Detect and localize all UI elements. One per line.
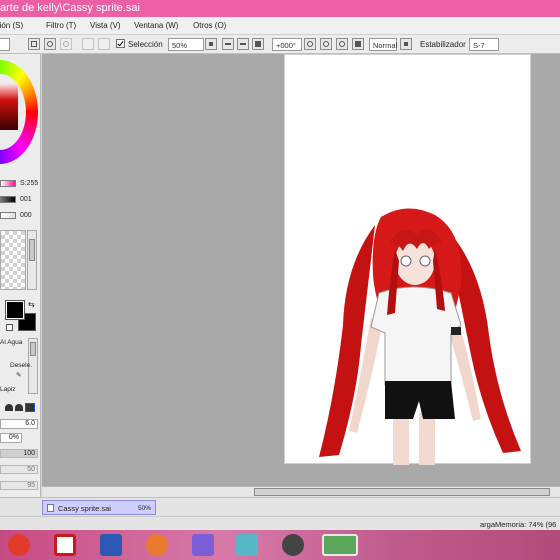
minus-icon [225, 43, 231, 45]
plus-icon [240, 43, 246, 45]
invert-selection-button[interactable] [98, 38, 110, 50]
panel-toggle-button[interactable] [28, 38, 40, 50]
window-title: arte de kelly\Cassy sprite.sai [0, 2, 140, 14]
brush-shape-2[interactable] [15, 404, 23, 411]
value-slider[interactable] [0, 196, 16, 203]
brush-size-field[interactable]: 6.0 [0, 419, 38, 429]
rotation-field[interactable]: +000° [272, 38, 302, 51]
value-value: 001 [20, 196, 32, 203]
tool-pencil[interactable]: Lapiz [0, 386, 16, 393]
chevron-down-icon [209, 42, 213, 46]
firefox-icon[interactable] [146, 534, 168, 556]
undo-button[interactable] [44, 38, 56, 50]
zoom-field[interactable]: 50% [168, 38, 204, 51]
memory-usage: argaMemoria: 74% (96 [480, 520, 557, 529]
rotate-left-button[interactable] [304, 38, 316, 50]
opera-icon[interactable] [8, 534, 30, 556]
zoom-out-button[interactable] [222, 38, 234, 50]
gimp-icon[interactable] [236, 534, 258, 556]
brush-shape-3[interactable] [25, 403, 35, 412]
default-colors-icon[interactable] [6, 324, 13, 331]
zoom-in-button[interactable] [237, 38, 249, 50]
menu-edicion[interactable]: Edición (S) [0, 21, 23, 30]
stabilizer-select[interactable]: S-7 [469, 38, 499, 51]
third-value: 000 [20, 212, 32, 219]
menu-filtro[interactable]: Filtro (T) [46, 21, 76, 30]
selection-label: Selección [128, 40, 163, 49]
saturation-value: S:255 [20, 180, 39, 187]
rotate-left-icon [307, 41, 313, 47]
rotate-reset-icon [339, 41, 345, 47]
rotate-reset-button[interactable] [336, 38, 348, 50]
canvas-viewport[interactable] [42, 54, 560, 486]
color-tool-panel: S:255 001 000 ⇆ Al Agua Desele. ✎ Lapiz … [0, 54, 41, 500]
rotate-right-icon [323, 41, 329, 47]
blend-mode-dropdown[interactable] [400, 38, 412, 50]
flip-button[interactable] [352, 38, 364, 50]
document-tab-strip: Cassy sprite.sai 50% [0, 497, 560, 516]
min-size-field[interactable]: 0% [0, 433, 22, 443]
tool-watercolor[interactable]: Al Agua [0, 339, 22, 346]
brush-shape-row [0, 402, 40, 414]
document-icon [47, 504, 54, 512]
photoshop-icon[interactable] [322, 534, 358, 556]
saturation-slider[interactable] [0, 180, 16, 187]
horizontal-scroll-thumb[interactable] [254, 488, 550, 496]
title-bar: arte de kelly\Cassy sprite.sai [0, 0, 560, 17]
check-icon [117, 39, 124, 47]
flip-icon [355, 41, 361, 47]
left-dropdown[interactable] [0, 38, 10, 51]
third-slider[interactable] [0, 212, 16, 219]
reset-icon [255, 41, 261, 47]
stabilizer-label: Estabilizador [420, 40, 466, 49]
taskbar [0, 530, 560, 560]
zoom-dropdown-button[interactable] [205, 38, 217, 50]
game-icon[interactable] [192, 534, 214, 556]
redo-button[interactable] [60, 38, 72, 50]
menu-ventana[interactable]: Ventana (W) [134, 21, 178, 30]
word-icon[interactable] [100, 534, 122, 556]
daz-icon[interactable] [54, 534, 76, 556]
density-bar[interactable]: 100 [0, 449, 38, 458]
document-name: Cassy sprite.sai [58, 504, 111, 513]
document-tab[interactable]: Cassy sprite.sai 50% [42, 500, 156, 515]
tool-deselect[interactable]: Desele. [10, 362, 32, 369]
deselect-button[interactable] [82, 38, 94, 50]
pencil-icon[interactable]: ✎ [16, 371, 21, 379]
palette-scrollbar[interactable] [27, 230, 37, 290]
selection-checkbox[interactable] [116, 39, 125, 48]
blend-mode-select[interactable]: Normal [369, 38, 397, 51]
swatch-palette[interactable] [0, 230, 26, 290]
blending-bar[interactable]: 50 [0, 465, 38, 474]
menu-otros[interactable]: Otros (O) [193, 21, 226, 30]
toolbar: Selección 50% +000° Normal Estabilizador… [0, 35, 560, 54]
menu-vista[interactable]: Vista (V) [90, 21, 121, 30]
rotate-right-button[interactable] [320, 38, 332, 50]
canvas-paper[interactable] [284, 54, 531, 465]
menu-bar: Edición (S) Filtro (T) Vista (V) Ventana… [0, 17, 560, 35]
flash-icon[interactable] [282, 534, 304, 556]
zoom-reset-button[interactable] [252, 38, 264, 50]
character-sprite [319, 208, 521, 465]
undo-icon [47, 41, 53, 47]
swap-colors-icon[interactable]: ⇆ [28, 300, 35, 309]
redo-icon [63, 41, 69, 47]
chevron-down-icon [404, 42, 408, 46]
foreground-color-swatch[interactable] [5, 300, 25, 320]
brush-shape-1[interactable] [5, 404, 13, 411]
document-zoom: 50% [137, 505, 151, 512]
dilution-bar[interactable]: 95 [0, 481, 38, 490]
status-bar: argaMemoria: 74% (96 [0, 516, 560, 530]
saturation-value-picker[interactable] [0, 84, 18, 130]
canvas-horizontal-scrollbar[interactable] [42, 486, 560, 497]
